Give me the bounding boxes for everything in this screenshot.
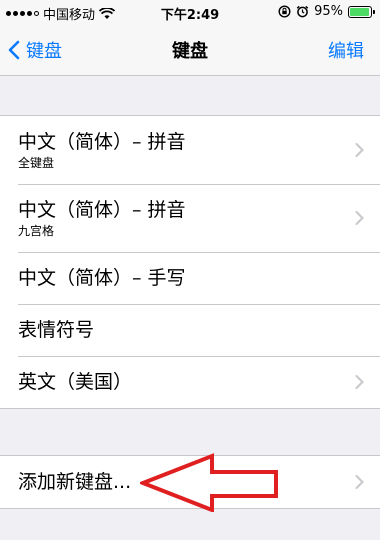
keyboards-list: 中文（简体）– 拼音 全键盘 中文（简体）– 拼音 九宫格 中文（简体）– 手写…: [0, 115, 380, 409]
orientation-lock-icon: [278, 5, 291, 18]
keyboard-row-handwriting[interactable]: 中文（简体）– 手写: [0, 252, 380, 304]
red-arrow-annotation: [140, 453, 278, 512]
keyboard-row-emoji[interactable]: 表情符号: [0, 304, 380, 356]
edit-button[interactable]: 编辑: [328, 37, 364, 63]
battery-percent: 95%: [314, 4, 343, 19]
keyboard-title: 英文（美国）: [18, 371, 133, 393]
chevron-right-icon: [355, 143, 364, 157]
keyboard-subtitle: 九宫格: [18, 223, 55, 238]
keyboard-title: 中文（简体）– 手写: [18, 267, 186, 289]
keyboard-title: 表情符号: [18, 319, 95, 341]
keyboard-title: 中文（简体）– 拼音: [18, 130, 186, 153]
page-title: 键盘: [172, 41, 208, 62]
keyboard-subtitle: 全键盘: [18, 155, 55, 170]
navigation-bar: 键盘 键盘 编辑: [0, 24, 380, 76]
keyboard-row-pinyin-full[interactable]: 中文（简体）– 拼音 全键盘: [0, 116, 380, 184]
keyboard-row-pinyin-9key[interactable]: 中文（简体）– 拼音 九宫格: [0, 184, 380, 252]
chevron-right-icon: [355, 475, 364, 489]
status-bar: 中国移动 下午2:49 95%: [0, 0, 380, 24]
chevron-right-icon: [355, 375, 364, 389]
battery-icon: [348, 5, 375, 18]
status-right: 95%: [278, 4, 375, 19]
alarm-icon: [296, 5, 309, 18]
chevron-right-icon: [355, 211, 364, 225]
keyboard-row-english-us[interactable]: 英文（美国）: [0, 356, 380, 408]
add-new-keyboard-label: 添加新键盘...: [18, 471, 132, 493]
keyboard-title: 中文（简体）– 拼音: [18, 198, 186, 221]
